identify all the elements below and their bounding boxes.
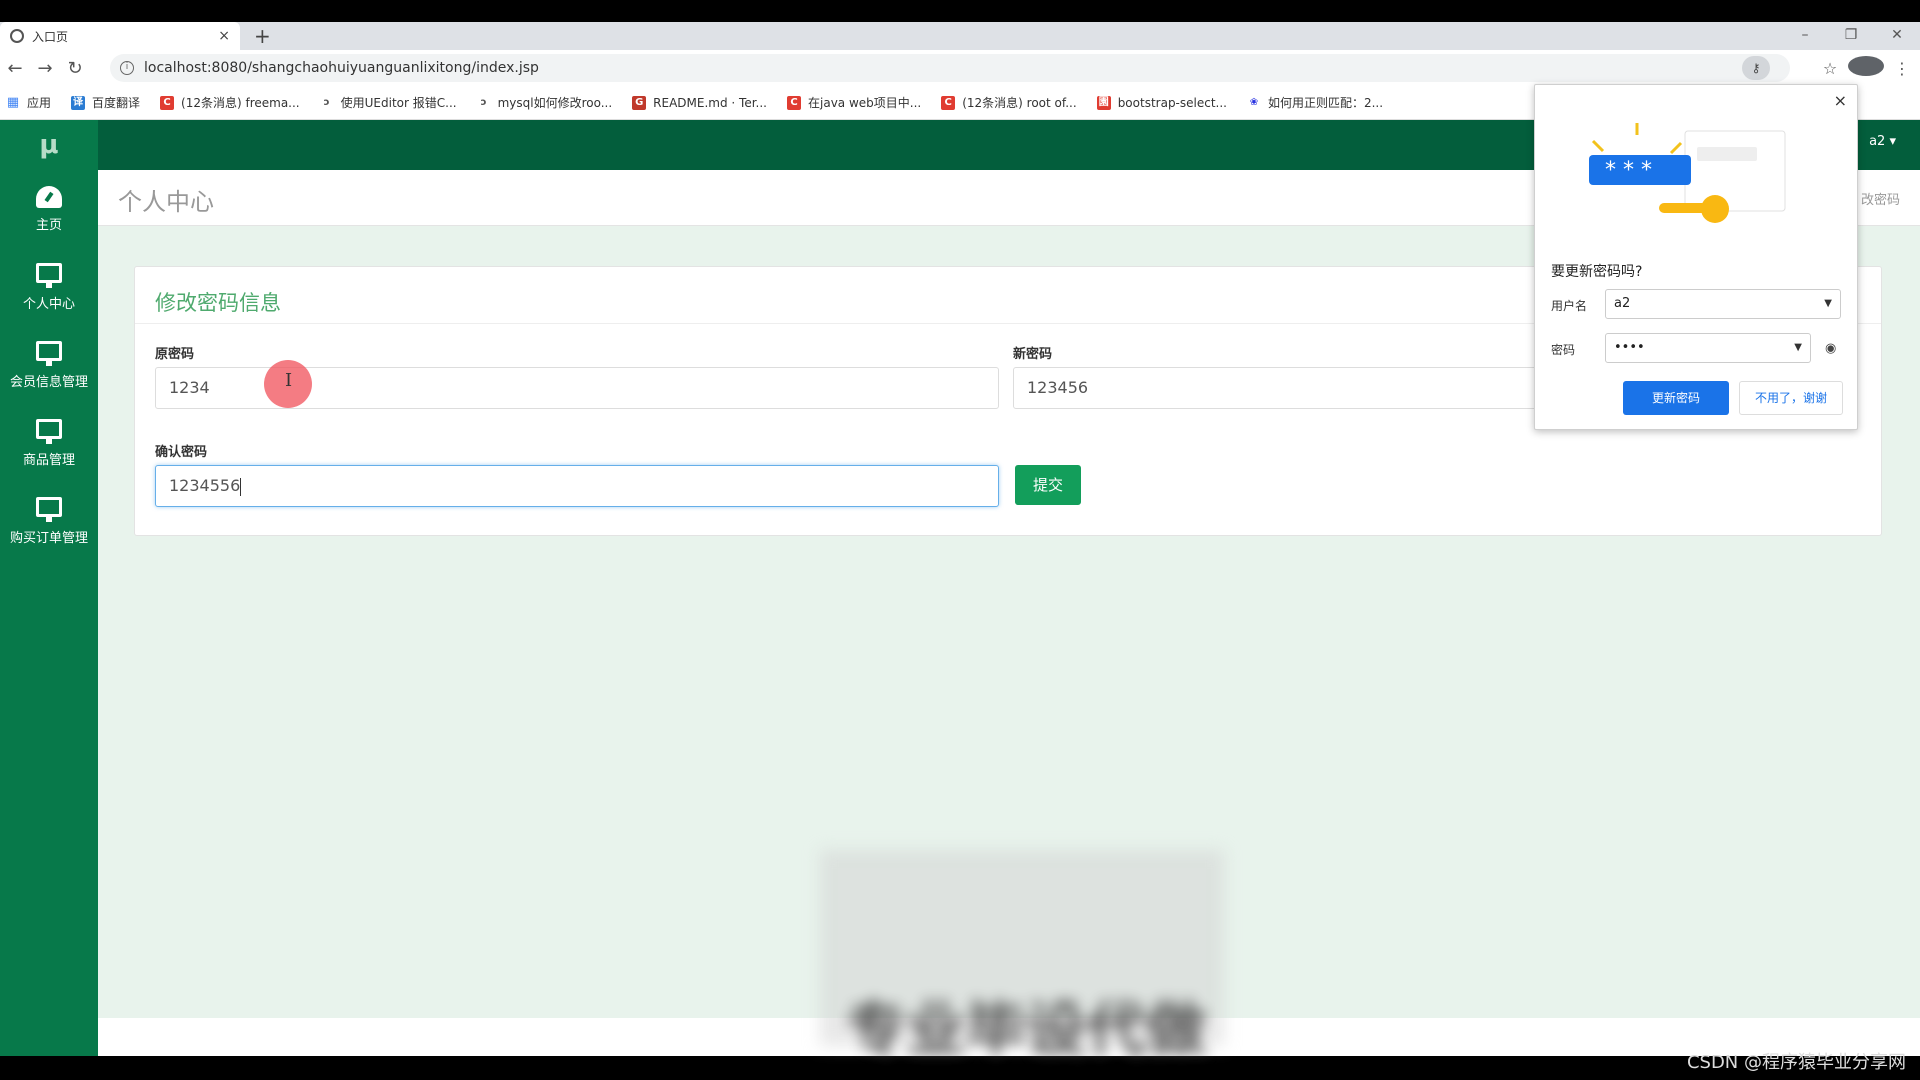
- sidebar: μ 主页 个人中心 会员信息管理 商品管理 购买订单管理: [0, 120, 98, 1056]
- dialog-question: 要更新密码吗?: [1551, 264, 1643, 280]
- chevron-down-icon: ▼: [1824, 298, 1832, 309]
- submit-button[interactable]: 提交: [1015, 465, 1081, 505]
- bookmark-csdn-1[interactable]: C (12条消息) freema...: [160, 94, 300, 111]
- sidebar-item-home[interactable]: 主页: [0, 170, 98, 248]
- text-cursor-icon: I: [285, 370, 293, 391]
- bookmark-star-icon[interactable]: ☆: [1812, 59, 1848, 78]
- update-password-dialog: × * * * 要更新密码吗? 用户名 a2 ▼ 密码 •••• ▼ ◉ 更新密…: [1534, 84, 1858, 430]
- confirm-password-label: 确认密码: [155, 445, 208, 460]
- monitor-icon: [36, 340, 62, 366]
- browser-toolbar: ← → ↻ i localhost:8080/shangchaohuiyuang…: [0, 50, 1920, 86]
- text-caret: [240, 477, 242, 496]
- profile-icon[interactable]: [1848, 56, 1884, 80]
- toolbar-actions: ☆ ⋮: [1812, 50, 1920, 86]
- new-tab-button[interactable]: +: [254, 24, 271, 48]
- app-logo[interactable]: μ: [0, 120, 98, 170]
- bookmark-csdn-2[interactable]: C 在java web项目中...: [787, 94, 921, 111]
- bookmark-regex[interactable]: ❀ 如何用正则匹配：2...: [1247, 94, 1383, 111]
- globe-icon: [10, 29, 24, 43]
- browser-tab[interactable]: 入口页 ×: [0, 22, 240, 50]
- watermark: CSDN @程序猿毕业分享网: [1686, 1052, 1906, 1073]
- address-bar[interactable]: i localhost:8080/shangchaohuiyuanguanlix…: [110, 54, 1790, 82]
- gitee-icon: G: [632, 95, 647, 110]
- page-title: 个人中心: [118, 188, 214, 216]
- bookmark-baidu-translate[interactable]: 译百度翻译: [71, 94, 140, 111]
- browser-tab-strip: 入口页 × + – ❐ ✕: [0, 22, 1920, 50]
- cnblogs-icon: 園: [1096, 95, 1111, 110]
- eye-icon[interactable]: ◉: [1825, 341, 1836, 356]
- confirm-password-input[interactable]: 1234556: [155, 465, 999, 507]
- baidu-paw-icon: ❀: [1249, 96, 1259, 108]
- translate-icon: 译: [71, 95, 86, 110]
- password-key-icon[interactable]: ⚷: [1742, 56, 1770, 80]
- close-window-button[interactable]: ✕: [1874, 22, 1920, 50]
- sidebar-item-personal-center[interactable]: 个人中心: [0, 248, 98, 326]
- old-password-label: 原密码: [155, 347, 195, 362]
- menu-kebab-icon[interactable]: ⋮: [1884, 59, 1920, 78]
- username-select[interactable]: a2 ▼: [1605, 289, 1841, 319]
- password-illustration: * * *: [1589, 123, 1786, 223]
- bookmark-bootstrap-select[interactable]: 園 bootstrap-select...: [1096, 95, 1227, 110]
- masked-password-text: * * *: [1605, 158, 1652, 183]
- username-label: 用户名: [1551, 299, 1588, 313]
- tab-close-icon[interactable]: ×: [218, 28, 230, 44]
- breadcrumb[interactable]: 改密码: [1861, 189, 1900, 208]
- forward-arrow-icon[interactable]: →: [30, 58, 60, 79]
- sidebar-item-order-management[interactable]: 购买订单管理: [0, 482, 98, 560]
- monitor-icon: [36, 418, 62, 444]
- csdn-icon: C: [160, 95, 175, 110]
- monitor-icon: [36, 262, 62, 288]
- no-thanks-button[interactable]: 不用了，谢谢: [1739, 381, 1843, 415]
- sidebar-item-product-management[interactable]: 商品管理: [0, 404, 98, 482]
- new-password-label: 新密码: [1013, 347, 1053, 362]
- bookmark-mysql[interactable]: ↄ mysql如何修改roo...: [477, 94, 613, 111]
- panel-title: 修改密码信息: [155, 291, 281, 315]
- site-info-icon[interactable]: i: [120, 61, 134, 75]
- screen: 入口页 × + – ❐ ✕ ← → ↻ i localhost:8080/sha…: [0, 0, 1920, 1080]
- update-password-button[interactable]: 更新密码: [1623, 381, 1729, 415]
- minimize-button[interactable]: –: [1782, 22, 1828, 50]
- bookmark-csdn-3[interactable]: C (12条消息) root of...: [941, 94, 1077, 111]
- dashboard-icon: [36, 185, 62, 208]
- csdn-icon: C: [787, 95, 801, 110]
- page-icon: ↄ: [323, 96, 330, 108]
- bookmark-apps[interactable]: ▦ 应用: [6, 94, 51, 111]
- tab-title: 入口页: [32, 29, 69, 44]
- page-icon: ↄ: [480, 96, 487, 108]
- window-controls: – ❐ ✕: [1782, 22, 1920, 50]
- restore-button[interactable]: ❐: [1828, 22, 1874, 50]
- close-icon[interactable]: ×: [1834, 91, 1847, 110]
- bookmark-readme[interactable]: G README.md · Ter...: [632, 95, 767, 110]
- password-label: 密码: [1551, 343, 1576, 357]
- bookmark-ueditor[interactable]: ↄ 使用UEditor 报错C...: [320, 94, 457, 111]
- blurred-caption: 专业毕设代做: [846, 996, 1206, 1066]
- chevron-down-icon: ▼: [1794, 342, 1802, 353]
- apps-grid-icon: ▦: [6, 94, 20, 110]
- reload-icon[interactable]: ↻: [60, 58, 90, 79]
- user-dropdown[interactable]: a2 ▾: [1869, 134, 1896, 149]
- url-text: localhost:8080/shangchaohuiyuanguanlixit…: [144, 60, 539, 76]
- csdn-icon: C: [941, 95, 956, 110]
- password-select[interactable]: •••• ▼: [1605, 333, 1811, 363]
- sidebar-item-member-management[interactable]: 会员信息管理: [0, 326, 98, 404]
- back-arrow-icon[interactable]: ←: [0, 58, 30, 79]
- monitor-icon: [36, 496, 62, 522]
